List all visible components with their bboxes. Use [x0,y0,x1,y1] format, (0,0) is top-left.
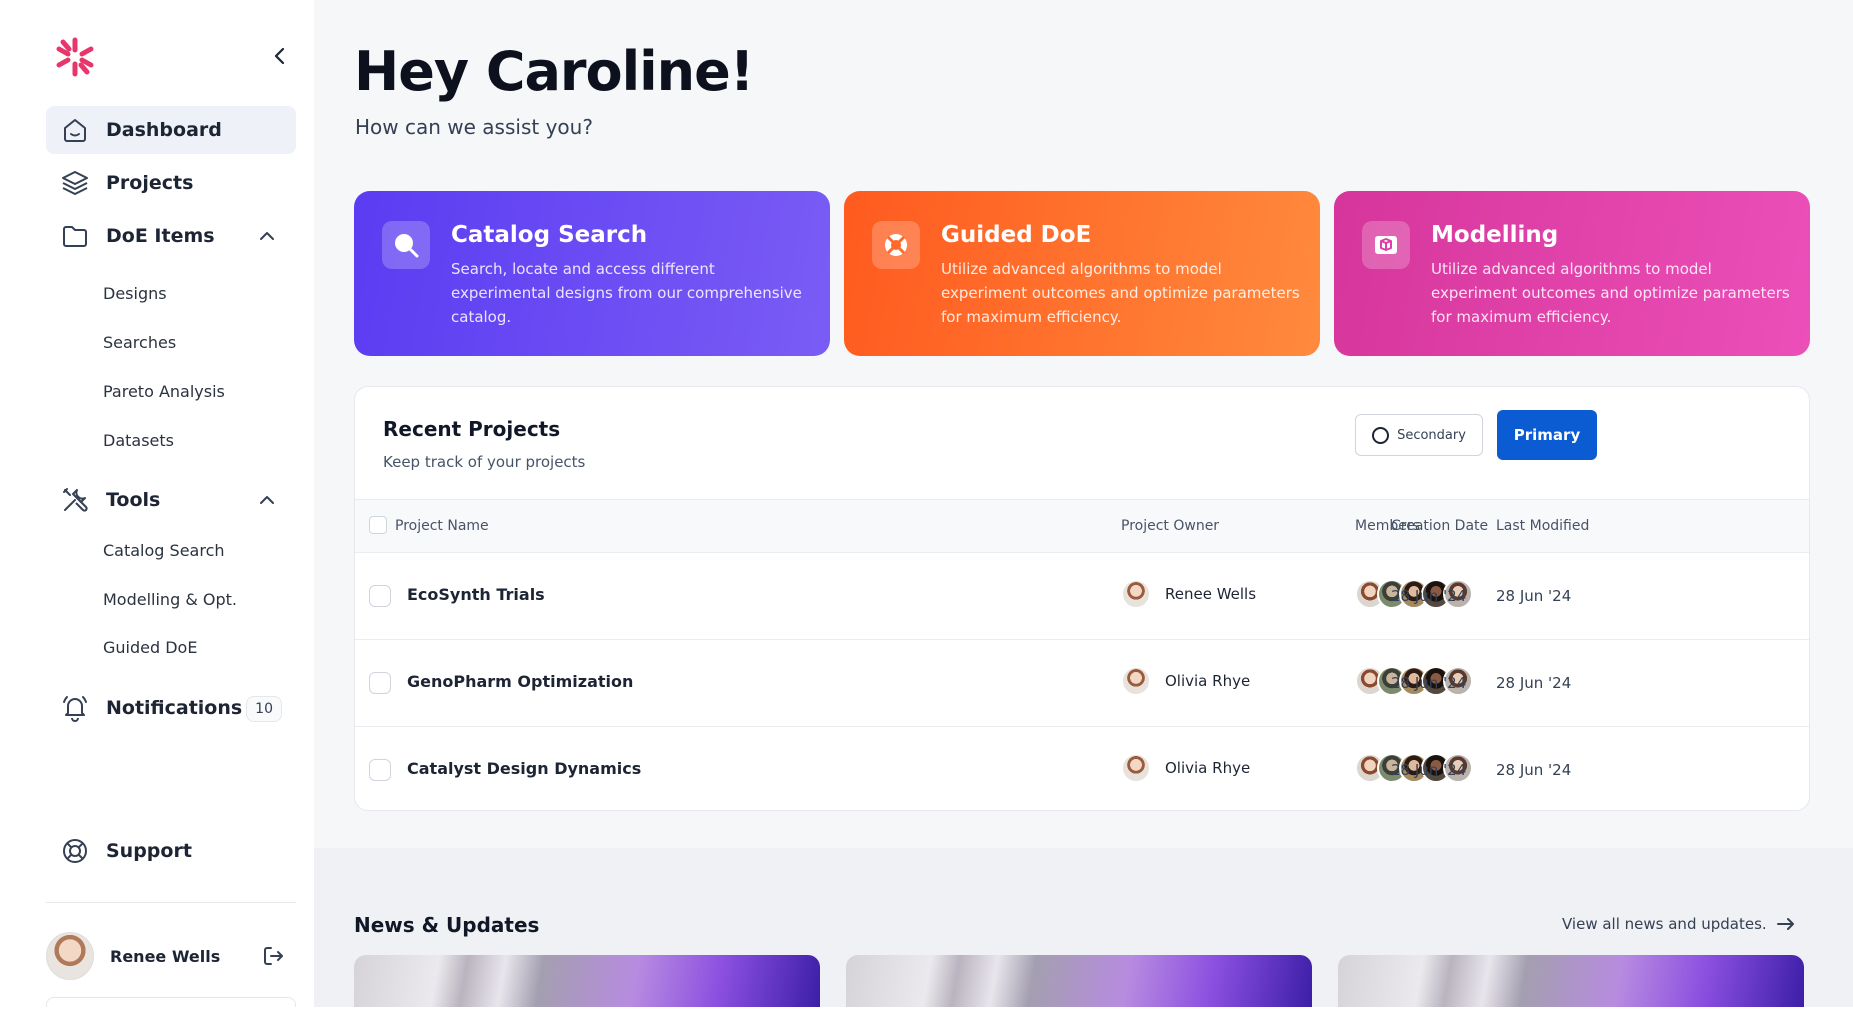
card-description: Utilize advanced algorithms to model exp… [1431,260,1790,326]
user-name: Renee Wells [110,946,221,966]
news-card[interactable] [354,955,820,1007]
sidebar-item-label: Support [106,840,192,862]
sidebar-divider [46,902,296,903]
panel-title: Recent Projects [383,417,561,441]
search-icon [382,221,430,269]
sidebar-item-doe-items[interactable]: DoE Items [46,212,296,260]
creation-date: 28 Jun '24 [1391,761,1467,779]
view-all-news-link[interactable]: View all news and updates. [1562,915,1795,933]
app-frame: Dashboard Projects DoE Items Designs Sea… [0,0,1853,1007]
creation-date: 28 Jun '24 [1391,674,1467,692]
arrow-right-icon [1776,917,1795,931]
avatar [1121,753,1151,783]
modelling-card[interactable]: Modelling Utilize advanced algorithms to… [1334,191,1810,356]
column-header-project-name[interactable]: Project Name [395,518,489,534]
card-description: Search, locate and access different expe… [451,260,802,326]
chevron-up-icon[interactable] [256,225,278,247]
card-title: Catalog Search [451,222,648,248]
sidebar-subitem-designs[interactable]: Designs [103,284,167,303]
sidebar-bottom-panel [46,997,296,1007]
sidebar-subitem-guided-doe[interactable]: Guided DoE [103,638,197,657]
project-owner: Renee Wells [1121,579,1256,609]
card-description: Utilize advanced algorithms to model exp… [941,260,1300,326]
table-row[interactable]: Catalyst Design Dynamics Olivia Rhye 28 … [355,727,1809,810]
sidebar-item-notifications[interactable]: Notifications 10 [46,684,296,732]
sidebar-item-label: Dashboard [106,119,222,141]
logo-icon[interactable] [54,36,96,78]
table-row[interactable]: GenoPharm Optimization Olivia Rhye 28 Ju… [355,640,1809,727]
column-header-creation-date[interactable]: Creation Date [1391,518,1488,534]
sidebar-subitem-catalog-search[interactable]: Catalog Search [103,541,225,560]
panel-subtitle: Keep track of your projects [383,453,586,471]
news-section: News & Updates View all news and updates… [314,848,1853,1007]
last-modified: 28 Jun '24 [1496,761,1572,779]
secondary-button[interactable]: Secondary [1355,414,1483,456]
recent-projects-panel: Recent Projects Keep track of your proje… [354,386,1810,811]
project-name[interactable]: EcoSynth Trials [407,585,545,604]
sidebar-item-dashboard[interactable]: Dashboard [46,106,296,154]
user-profile[interactable]: Renee Wells [46,930,296,982]
bell-icon [60,693,90,723]
catalog-search-card[interactable]: Catalog Search Search, locate and access… [354,191,830,356]
page-title: Hey Caroline! [354,40,754,103]
sidebar-item-label: Projects [106,172,194,194]
avatar [1121,666,1151,696]
table-header: Project Name Project Owner Members Creat… [355,499,1809,553]
layers-icon [60,168,90,198]
cube-icon [1362,221,1410,269]
select-all-checkbox[interactable] [369,516,387,534]
logout-icon[interactable] [260,943,286,969]
circle-icon [1372,426,1390,444]
sidebar-subitem-pareto-analysis[interactable]: Pareto Analysis [103,382,225,401]
primary-button[interactable]: Primary [1497,410,1597,460]
column-header-last-modified[interactable]: Last Modified [1496,518,1589,534]
last-modified: 28 Jun '24 [1496,587,1572,605]
sidebar-item-support[interactable]: Support [46,827,296,875]
owner-name: Olivia Rhye [1165,672,1251,690]
sidebar-subitem-datasets[interactable]: Datasets [103,431,174,450]
avatar [46,932,94,980]
owner-name: Renee Wells [1165,585,1257,603]
sidebar-item-label: DoE Items [106,225,215,247]
chevron-left-icon[interactable] [268,44,292,68]
sidebar-item-label: Tools [106,489,161,511]
sidebar-subitem-searches[interactable]: Searches [103,333,176,352]
folder-icon [60,221,90,251]
news-title: News & Updates [354,913,540,937]
project-owner: Olivia Rhye [1121,666,1250,696]
chevron-up-icon[interactable] [256,489,278,511]
last-modified: 28 Jun '24 [1496,674,1572,692]
secondary-button-label: Secondary [1397,427,1466,443]
sidebar-item-label: Notifications [106,697,243,719]
main-content: Hey Caroline! How can we assist you? Cat… [314,0,1853,1007]
owner-name: Olivia Rhye [1165,759,1251,777]
sidebar-item-projects[interactable]: Projects [46,159,296,207]
row-checkbox[interactable] [369,585,391,607]
tools-icon [60,485,90,515]
news-card[interactable] [846,955,1312,1007]
row-checkbox[interactable] [369,759,391,781]
life-buoy-icon [60,836,90,866]
guided-doe-card[interactable]: Guided DoE Utilize advanced algorithms t… [844,191,1320,356]
project-name[interactable]: GenoPharm Optimization [407,672,633,691]
column-header-project-owner[interactable]: Project Owner [1121,518,1219,534]
news-card[interactable] [1338,955,1804,1007]
project-name[interactable]: Catalyst Design Dynamics [407,759,641,778]
sidebar-subitem-modelling-opt[interactable]: Modelling & Opt. [103,590,237,609]
home-icon [60,115,90,145]
card-title: Modelling [1431,222,1559,248]
creation-date: 28 Jun '24 [1391,587,1467,605]
page-subtitle: How can we assist you? [355,115,593,139]
row-checkbox[interactable] [369,672,391,694]
avatar [1121,579,1151,609]
life-buoy-icon [872,221,920,269]
card-title: Guided DoE [941,222,1092,248]
table-row[interactable]: EcoSynth Trials Renee Wells 28 Jun '24 2… [355,553,1809,640]
notifications-count-badge: 10 [246,696,282,722]
project-owner: Olivia Rhye [1121,753,1250,783]
sidebar: Dashboard Projects DoE Items Designs Sea… [0,0,314,1007]
sidebar-item-tools[interactable]: Tools [46,476,296,524]
view-all-news-label: View all news and updates. [1562,915,1767,933]
